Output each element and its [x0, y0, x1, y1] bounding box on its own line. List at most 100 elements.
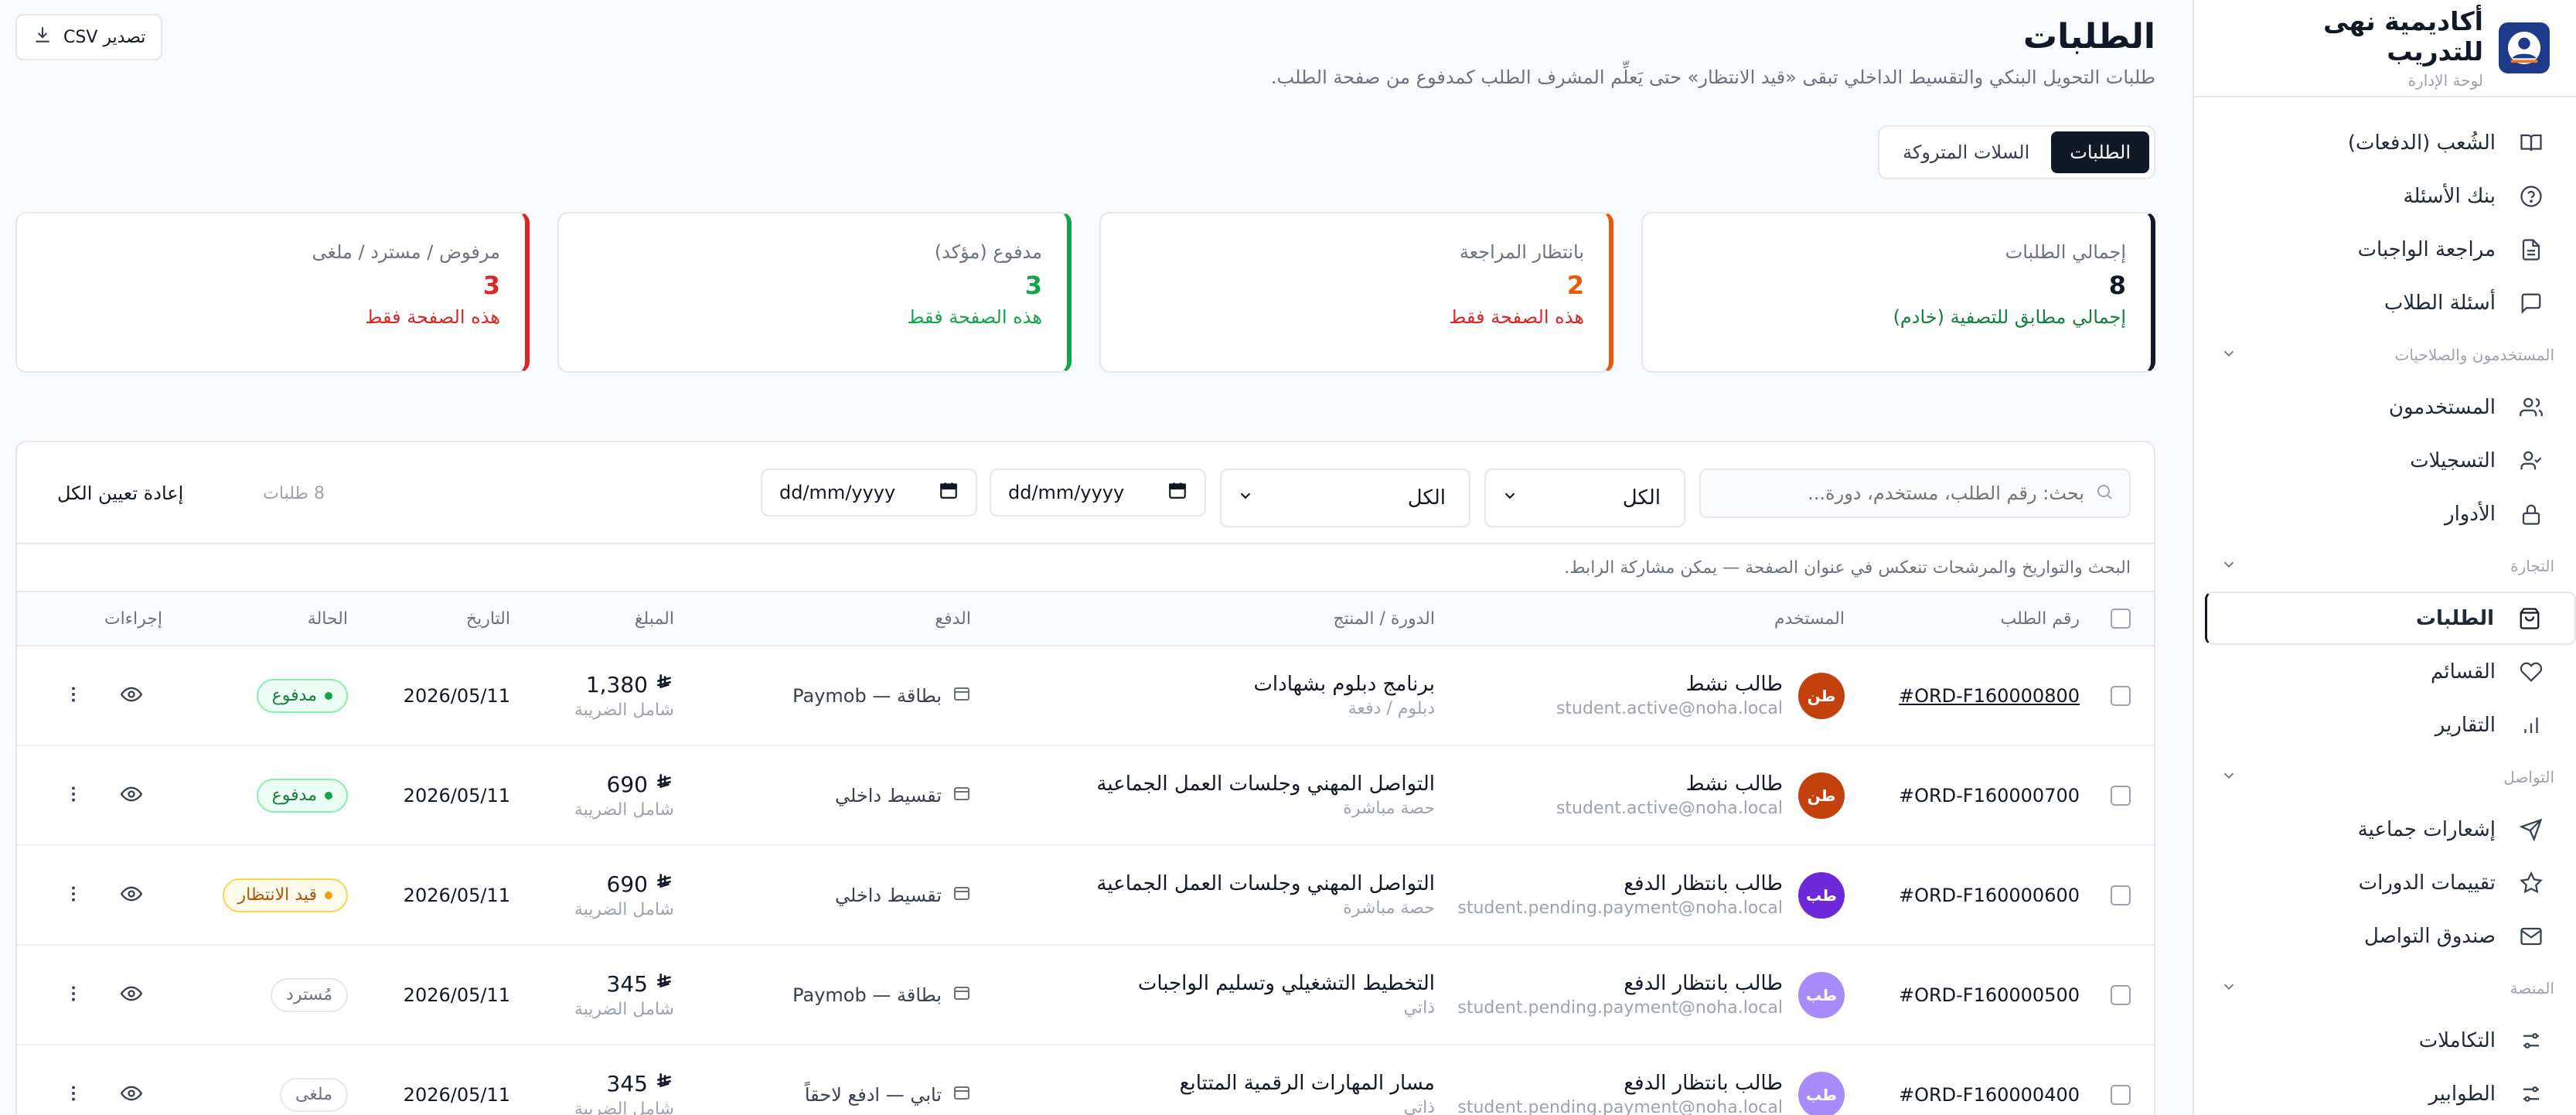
sidebar-item-sections[interactable]: الشُعب (الدفعات) [2194, 116, 2576, 169]
card-note: إجمالي مطابق للتصفية (خادم) [1893, 306, 2126, 328]
row-checkbox[interactable] [2111, 984, 2131, 1005]
chevron-down-icon [2220, 556, 2237, 577]
sidebar-item-orders[interactable]: الطلبات [2205, 592, 2576, 645]
sidebar-item-users[interactable]: المستخدمون [2194, 380, 2576, 434]
tab-orders[interactable]: الطلبات [2051, 131, 2149, 173]
course-type: حصة مباشرة [1343, 898, 1435, 918]
chevron-down-icon [2220, 978, 2237, 999]
amount-value: 1,380 [585, 671, 648, 697]
export-csv-button[interactable]: تصدير CSV [15, 14, 163, 60]
table-row[interactable]: #ORD-F160000800 طن طالب نشط student.acti… [17, 646, 2154, 746]
section-commerce[interactable]: التجارة [2194, 540, 2576, 592]
table-row[interactable]: #ORD-F160000600 طب طالب بانتظار الدفع st… [17, 846, 2154, 946]
shopping-bag-icon [2516, 605, 2544, 633]
order-id-link[interactable]: #ORD-F160000400 [1899, 1084, 2080, 1106]
more-vertical-icon[interactable] [63, 684, 83, 708]
col-date: التاريخ [465, 609, 510, 629]
sidebar-item-coupons[interactable]: القسائم [2194, 645, 2576, 698]
eye-icon[interactable] [120, 783, 143, 808]
sidebar-item-label: تقييمات الدورات [2358, 871, 2496, 895]
select-all-checkbox[interactable] [2111, 609, 2131, 629]
order-id-link[interactable]: #ORD-F160000600 [1899, 885, 2080, 906]
card-note: هذه الصفحة فقط [1449, 306, 1584, 328]
row-checkbox[interactable] [2111, 685, 2131, 706]
order-date: 2026/05/11 [403, 984, 510, 1006]
status-label: مدفوع [271, 686, 317, 705]
avatar: طن [1798, 772, 1845, 819]
payment-select[interactable]: الكل [1220, 469, 1470, 527]
user-email: student.active@noha.local [1555, 799, 1783, 818]
status-select[interactable]: الكل [1484, 469, 1685, 527]
sidebar-item-course-reviews[interactable]: تقييمات الدورات [2194, 856, 2576, 909]
user-name: طالب بانتظار الدفع [1624, 872, 1783, 895]
avatar: طب [1798, 971, 1845, 1018]
sidebar-item-broadcasts[interactable]: إشعارات جماعية [2194, 803, 2576, 856]
user-email: student.pending.payment@noha.local [1457, 998, 1783, 1018]
card-icon [952, 784, 971, 807]
eye-icon[interactable] [120, 1083, 143, 1107]
order-id-link[interactable]: #ORD-F160000700 [1899, 785, 2080, 806]
sidebar-item-student-questions[interactable]: أسئلة الطلاب [2194, 276, 2576, 329]
sidebar-item-label: القسائم [2431, 660, 2496, 684]
eye-icon[interactable] [120, 983, 143, 1008]
course-type: ذاتي [1403, 998, 1435, 1018]
table-row[interactable]: #ORD-F160000400 طب طالب بانتظار الدفع st… [17, 1045, 2154, 1115]
row-checkbox[interactable] [2111, 785, 2131, 806]
sidebar-item-queues[interactable]: الطوابير [2194, 1067, 2576, 1115]
tax-note: شامل الضريبة [574, 700, 674, 720]
date-from-input[interactable]: dd/mm/yyyy [990, 469, 1206, 517]
more-vertical-icon[interactable] [63, 784, 83, 807]
card-label: مدفوع (مؤكد) [934, 241, 1042, 263]
more-vertical-icon[interactable] [63, 984, 83, 1007]
sidebar-item-label: الطوابير [2428, 1082, 2496, 1106]
search-box[interactable] [1699, 469, 2131, 518]
reset-all-button[interactable]: إعادة تعيين الكل [57, 442, 183, 544]
sidebar-item-assignments[interactable]: مراجعة الواجبات [2194, 223, 2576, 276]
eye-icon[interactable] [120, 883, 143, 908]
row-checkbox[interactable] [2111, 885, 2131, 905]
sidebar-item-inbox[interactable]: صندوق التواصل [2194, 909, 2576, 963]
amount-value: 345 [606, 1070, 648, 1096]
table-row[interactable]: #ORD-F160000500 طب طالب بانتظار الدفع st… [17, 946, 2154, 1045]
payment-method: تابي — ادفع لاحقاً [804, 1083, 942, 1106]
course-title: مسار المهارات الرقمية المتتابع [1179, 1072, 1435, 1095]
riyal-currency-icon [654, 772, 674, 797]
row-checkbox[interactable] [2111, 1084, 2131, 1105]
main-content: الطلبات طلبات التحويل البنكي والتقسيط ال… [0, 0, 2193, 1115]
avatar: طب [1798, 1071, 1845, 1115]
table-body: #ORD-F160000800 طن طالب نشط student.acti… [17, 646, 2154, 1115]
eye-icon[interactable] [120, 684, 143, 708]
sidebar-item-roles[interactable]: الأدوار [2194, 487, 2576, 540]
section-users-permissions[interactable]: المستخدمون والصلاحيات [2194, 329, 2576, 380]
table-row[interactable]: #ORD-F160000700 طن طالب نشط student.acti… [17, 746, 2154, 846]
sliders-icon [2517, 1027, 2545, 1055]
more-vertical-icon[interactable] [63, 884, 83, 907]
tab-abandoned-carts[interactable]: السلات المتروكة [1884, 131, 2048, 173]
chevron-down-icon [1237, 486, 1254, 510]
user-email: student.active@noha.local [1555, 699, 1783, 718]
chevron-down-icon [1501, 486, 1518, 510]
sidebar-item-label: بنك الأسئلة [2403, 184, 2496, 208]
user-name: طالب نشط [1685, 772, 1783, 796]
sidebar-item-question-bank[interactable]: بنك الأسئلة [2194, 169, 2576, 223]
order-id-link[interactable]: #ORD-F160000800 [1899, 685, 2080, 707]
sidebar-item-reports[interactable]: التقارير [2194, 698, 2576, 752]
sidebar-item-integrations[interactable]: التكاملات [2194, 1014, 2576, 1067]
users-icon [2517, 394, 2545, 421]
status-badge: مدفوع [256, 678, 348, 713]
user-check-icon [2517, 447, 2545, 475]
tabs: الطلبات السلات المتروكة [1878, 125, 2155, 179]
riyal-currency-icon [654, 1071, 674, 1096]
order-id-link[interactable]: #ORD-F160000500 [1899, 984, 2080, 1006]
sidebar-item-label: التكاملات [2418, 1028, 2496, 1052]
book-icon [2517, 129, 2545, 157]
status-dot [325, 691, 332, 700]
status-label: ملغى [295, 1085, 332, 1104]
sidebar-item-enrollments[interactable]: التسجيلات [2194, 434, 2576, 487]
date-to-input[interactable]: dd/mm/yyyy [761, 469, 977, 517]
section-communication[interactable]: التواصل [2194, 752, 2576, 803]
section-platform[interactable]: المنصة [2194, 963, 2576, 1014]
search-input[interactable] [1716, 482, 2084, 504]
filters-bar: الكل الكل dd/mm/yyyy dd/mm/yyyy 8 طلبات … [17, 442, 2154, 544]
more-vertical-icon[interactable] [63, 1083, 83, 1106]
